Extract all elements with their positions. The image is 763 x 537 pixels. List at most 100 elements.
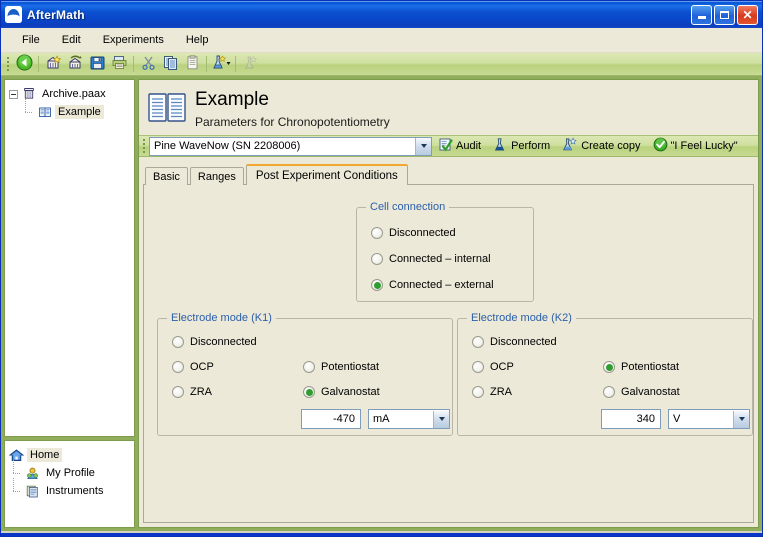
tree-connector — [9, 460, 22, 482]
cell-connection-option-connected-internal[interactable]: Connected – internal — [371, 253, 491, 265]
menu-item-edit[interactable]: Edit — [51, 31, 92, 49]
instruments-icon — [25, 484, 40, 498]
nav-label-home: Home — [27, 448, 63, 462]
audit-label: Audit — [456, 140, 482, 152]
back-icon — [16, 54, 33, 74]
k2-option-galvanostat[interactable]: Galvanostat — [603, 386, 680, 398]
document-header: Example Parameters for Chronopotentiomet… — [139, 80, 758, 135]
instrument-select-value: Pine WaveNow (SN 2208006) — [154, 140, 301, 152]
back-button[interactable] — [13, 54, 35, 75]
menu-item-file[interactable]: File — [11, 31, 51, 49]
k1-option-disconnected[interactable]: Disconnected — [172, 336, 257, 348]
save-button[interactable] — [86, 54, 108, 75]
k2-unit-chevron-down-icon[interactable] — [733, 410, 749, 428]
print-icon — [111, 54, 128, 74]
menu-item-experiments[interactable]: Experiments — [92, 31, 175, 49]
maximize-button[interactable] — [714, 4, 735, 25]
copy-button[interactable] — [159, 54, 181, 75]
sidebar: Archive.paax Example Home My Profile Ins… — [4, 79, 135, 528]
lucky-check-icon — [653, 137, 668, 155]
cut-icon — [140, 54, 157, 74]
menu-bar: File Edit Experiments Help — [1, 28, 762, 53]
electrode-mode-k2-title: Electrode mode (K2) — [467, 312, 576, 324]
i-feel-lucky-button[interactable]: "I Feel Lucky" — [647, 136, 744, 156]
create-copy-label: Create copy — [581, 140, 641, 152]
nav-label-instruments: Instruments — [46, 485, 104, 497]
create-copy-button[interactable]: Create copy — [556, 136, 646, 156]
radio-connected-internal-icon[interactable] — [371, 253, 383, 265]
perform-label: Perform — [511, 140, 551, 152]
k1-option-zra-label: ZRA — [190, 386, 212, 398]
k1-option-galvanostat[interactable]: Galvanostat — [303, 386, 380, 398]
tree-node-example[interactable]: Example — [9, 99, 132, 121]
radio-k1-galvanostat-icon[interactable] — [303, 386, 315, 398]
tree-node-archive[interactable]: Archive.paax — [9, 85, 132, 103]
k1-option-potentiostat[interactable]: Potentiostat — [303, 361, 379, 373]
radio-k2-ocp-icon[interactable] — [472, 361, 484, 373]
tree-label-example: Example — [55, 105, 104, 119]
collapse-expander-icon[interactable] — [9, 89, 18, 99]
i-feel-lucky-label: "I Feel Lucky" — [670, 140, 738, 152]
k1-option-ocp[interactable]: OCP — [172, 361, 214, 373]
title-bar: AfterMath ✕ — [1, 1, 762, 28]
k1-option-ocp-label: OCP — [190, 361, 214, 373]
tab-basic[interactable]: Basic — [145, 167, 188, 185]
nav-item-my-profile[interactable]: My Profile — [9, 460, 132, 482]
navigation-tree: Home My Profile Instruments — [5, 441, 134, 502]
radio-k1-disconnected-icon[interactable] — [172, 336, 184, 348]
tab-post-experiment-conditions-label: Post Experiment Conditions — [255, 169, 398, 182]
close-button[interactable]: ✕ — [737, 4, 758, 25]
print-button[interactable] — [108, 54, 130, 75]
radio-connected-external-icon[interactable] — [371, 279, 383, 291]
open-archive-button[interactable] — [64, 54, 86, 75]
k2-option-disconnected[interactable]: Disconnected — [472, 336, 557, 348]
paste-button[interactable] — [181, 54, 203, 75]
tab-strip: Basic Ranges Post Experiment Conditions — [139, 164, 758, 185]
nav-item-instruments[interactable]: Instruments — [9, 478, 132, 500]
tab-post-experiment-conditions[interactable]: Post Experiment Conditions — [245, 164, 408, 185]
toolbar-grip[interactable] — [5, 56, 10, 73]
minimize-button[interactable] — [691, 4, 712, 25]
nav-item-home[interactable]: Home — [9, 446, 132, 464]
cell-connection-option-connected-external[interactable]: Connected – external — [371, 279, 494, 291]
chevron-down-icon[interactable] — [415, 137, 431, 155]
k2-unit-value: V — [673, 413, 681, 425]
radio-k1-potentiostat-icon[interactable] — [303, 361, 315, 373]
radio-k2-disconnected-icon[interactable] — [472, 336, 484, 348]
radio-k2-potentiostat-icon[interactable] — [603, 361, 615, 373]
menu-item-help[interactable]: Help — [175, 31, 220, 49]
k1-option-disconnected-label: Disconnected — [190, 336, 257, 348]
k1-unit-select[interactable]: mA — [368, 409, 450, 429]
audit-button[interactable]: Audit — [432, 136, 487, 156]
cell-connection-group: Cell connection Disconnected Connected –… — [356, 201, 534, 302]
radio-k2-galvanostat-icon[interactable] — [603, 386, 615, 398]
perform-button[interactable]: Perform — [487, 136, 556, 156]
k2-option-ocp-label: OCP — [490, 361, 514, 373]
k1-option-zra[interactable]: ZRA — [172, 386, 212, 398]
wizard-disabled-icon — [242, 54, 259, 74]
toolbar-separator — [133, 56, 134, 72]
k2-option-ocp[interactable]: OCP — [472, 361, 514, 373]
instrument-bar-grip[interactable] — [141, 138, 146, 155]
cell-connection-option-disconnected[interactable]: Disconnected — [371, 227, 456, 239]
k2-unit-select[interactable]: V — [668, 409, 750, 429]
radio-disconnected-icon[interactable] — [371, 227, 383, 239]
new-archive-button[interactable] — [42, 54, 64, 75]
radio-k2-zra-icon[interactable] — [472, 386, 484, 398]
k2-value-input[interactable]: 340 — [601, 409, 661, 429]
tab-ranges[interactable]: Ranges — [189, 167, 244, 185]
k1-unit-chevron-down-icon[interactable] — [433, 410, 449, 428]
open-archive-icon — [67, 54, 84, 74]
k1-value-input[interactable]: -470 — [301, 409, 361, 429]
application-window: AfterMath ✕ File Edit Experiments Help A… — [0, 0, 763, 537]
radio-k1-ocp-icon[interactable] — [172, 361, 184, 373]
k2-option-zra[interactable]: ZRA — [472, 386, 512, 398]
radio-k1-zra-icon[interactable] — [172, 386, 184, 398]
navigation-panel: Home My Profile Instruments — [4, 440, 135, 528]
wizard-button[interactable] — [210, 54, 232, 75]
cut-button[interactable] — [137, 54, 159, 75]
k2-option-potentiostat[interactable]: Potentiostat — [603, 361, 679, 373]
k1-unit-value: mA — [373, 413, 390, 425]
instrument-select[interactable]: Pine WaveNow (SN 2208006) — [149, 136, 432, 156]
k2-option-zra-label: ZRA — [490, 386, 512, 398]
